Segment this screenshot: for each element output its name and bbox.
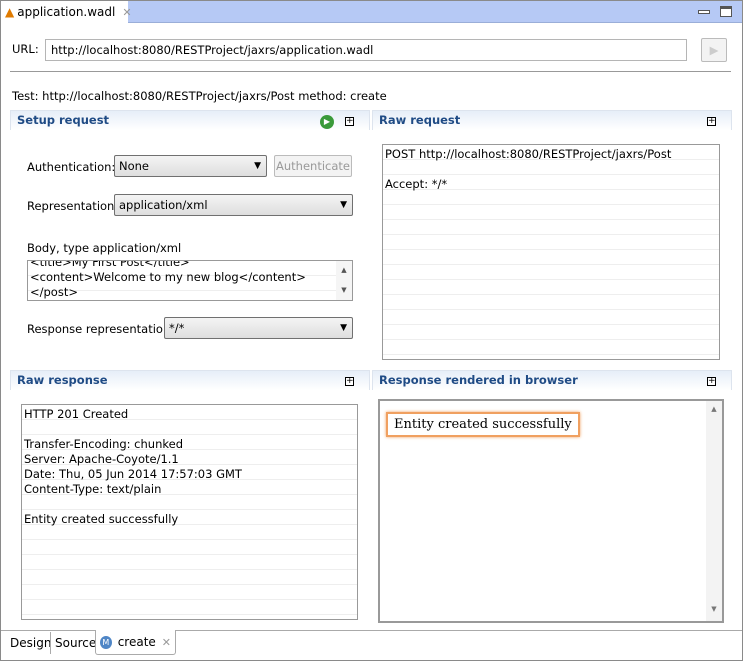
raw-request-title: Raw request [379, 113, 461, 127]
run-button[interactable]: ▶ [701, 38, 727, 62]
editor-tab[interactable]: ▲ application.wadl ✕ [1, 1, 132, 23]
raw-request-text[interactable]: POST http://localhost:8080/RESTProject/j… [382, 144, 720, 360]
raw-response-text[interactable]: HTTP 201 Created Transfer-Encoding: chun… [21, 404, 358, 620]
editor-tab-title: application.wadl [17, 5, 116, 19]
setup-request-header: Setup request [10, 110, 370, 130]
method-icon: M [100, 635, 112, 649]
url-value: http://localhost:8080/RESTProject/jaxrs/… [51, 43, 374, 57]
browser-view[interactable]: Entity created successfully ▲ ▼ [378, 399, 724, 623]
representation-select[interactable]: application/xml ▼ [114, 194, 353, 216]
close-icon[interactable]: ✕ [162, 636, 171, 649]
close-icon[interactable]: ✕ [122, 6, 131, 19]
body-label: Body, type application/xml [27, 241, 182, 255]
chevron-down-icon: ▼ [254, 161, 261, 171]
auth-select[interactable]: None ▼ [114, 155, 267, 177]
auth-value: None [119, 159, 150, 173]
representation-value: application/xml [119, 198, 208, 212]
run-request-icon[interactable]: ▶ [320, 115, 334, 129]
response-line: Date: Thu, 05 Jun 2014 17:57:03 GMT [24, 467, 242, 481]
response-line [24, 497, 355, 512]
request-line: POST http://localhost:8080/RESTProject/j… [385, 147, 672, 161]
response-representation-value: */* [169, 321, 185, 335]
response-line: HTTP 201 Created [24, 407, 129, 421]
auth-label: Authentication: [27, 160, 116, 174]
tab-create-label: create [117, 635, 156, 649]
authenticate-button[interactable]: Authenticate [274, 155, 352, 177]
body-line: </post> [30, 285, 78, 299]
tab-design-label: Design [10, 636, 52, 650]
response-line: Content-Type: text/plain [24, 482, 162, 496]
tab-design[interactable]: Design [6, 631, 55, 655]
setup-request-title: Setup request [17, 113, 110, 127]
response-line [24, 422, 355, 437]
response-line: Server: Apache-Coyote/1.1 [24, 452, 179, 466]
browser-scrollbar[interactable]: ▲ ▼ [706, 401, 722, 621]
representation-label: Representation: [27, 199, 119, 213]
rendered-text: Entity created successfully [386, 412, 580, 437]
raw-response-title: Raw response [17, 373, 108, 387]
request-line: Accept: */* [385, 177, 448, 191]
chevron-down-icon: ▼ [340, 323, 347, 333]
body-textarea[interactable]: <title>My First Post</title> <content>We… [27, 260, 353, 301]
url-input[interactable]: http://localhost:8080/RESTProject/jaxrs/… [45, 39, 687, 61]
play-icon: ▶ [709, 43, 719, 57]
url-label: URL: [12, 42, 39, 56]
response-representation-label: Response representation: [27, 322, 175, 336]
body-scrollbar[interactable]: ▲ ▼ [336, 261, 352, 300]
test-line: Test: http://localhost:8080/RESTProject/… [12, 89, 387, 103]
chevron-down-icon: ▼ [340, 200, 347, 210]
body-line: <title>My First Post</title> [30, 260, 190, 269]
maximize-icon[interactable] [720, 6, 732, 17]
minimize-icon[interactable] [698, 10, 710, 14]
rendered-header: Response rendered in browser [372, 370, 732, 390]
request-line [385, 162, 717, 177]
tab-create[interactable]: M create ✕ [95, 630, 176, 655]
expand-icon[interactable]: + [707, 117, 716, 126]
expand-icon[interactable]: + [707, 377, 716, 386]
response-line: Entity created successfully [24, 512, 179, 526]
tab-source[interactable]: Source [51, 631, 100, 655]
raw-response-header: Raw response [10, 370, 370, 390]
rendered-title: Response rendered in browser [379, 373, 578, 387]
wadl-icon: ▲ [5, 5, 15, 19]
response-line: Transfer-Encoding: chunked [24, 437, 183, 451]
expand-icon[interactable]: + [345, 377, 354, 386]
raw-request-header: Raw request [372, 110, 732, 130]
authenticate-label: Authenticate [276, 159, 350, 173]
expand-icon[interactable]: + [345, 117, 354, 126]
body-line: <content>Welcome to my new blog</content… [30, 270, 306, 284]
divider [10, 71, 731, 72]
response-representation-select[interactable]: */* ▼ [164, 317, 353, 339]
tab-source-label: Source [55, 636, 97, 650]
